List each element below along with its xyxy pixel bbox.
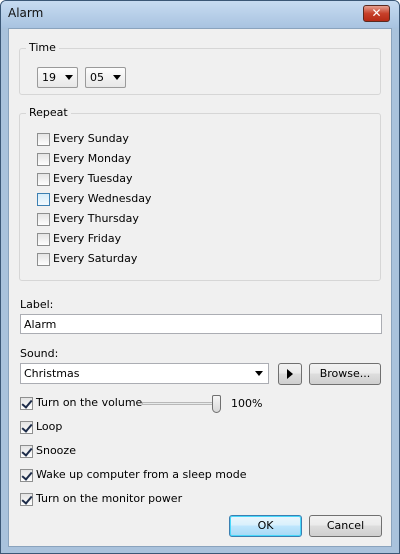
repeat-group-label: Repeat: [26, 106, 71, 119]
chevron-down-icon: [255, 371, 263, 376]
checkbox-label: Every Sunday: [53, 132, 129, 145]
checkbox-box: [37, 133, 50, 146]
hour-select[interactable]: 19: [37, 67, 78, 88]
play-icon: [287, 369, 293, 379]
volume-slider-thumb[interactable]: [212, 395, 221, 413]
checkbox-every-thursday[interactable]: Every Thursday: [37, 212, 157, 228]
checkbox-box: [37, 213, 50, 226]
checkbox-box: [37, 173, 50, 186]
sound-value: Christmas: [24, 367, 80, 380]
checkbox-box: [37, 253, 50, 266]
cancel-button-label: Cancel: [326, 519, 365, 532]
volume-level-text: 100%: [231, 397, 263, 410]
hour-value: 19: [42, 71, 56, 84]
checkbox-box: [20, 493, 33, 506]
checkbox-box: [37, 233, 50, 246]
close-button[interactable]: ✕: [363, 5, 390, 22]
checkbox-label: Every Monday: [53, 152, 132, 165]
close-icon: ✕: [371, 6, 382, 20]
label-field-label: Label:: [20, 298, 54, 311]
minute-value: 05: [90, 71, 104, 84]
checkbox-box: [37, 193, 50, 206]
checkbox-every-sunday[interactable]: Every Sunday: [37, 132, 157, 148]
checkbox-wake-up-computer[interactable]: Wake up computer from a sleep mode: [20, 468, 246, 484]
checkbox-box: [37, 153, 50, 166]
checkbox-label: Turn on the volume: [36, 396, 143, 409]
checkbox-every-wednesday[interactable]: Every Wednesday: [37, 192, 157, 208]
checkbox-label: Wake up computer from a sleep mode: [36, 468, 247, 481]
checkbox-every-saturday[interactable]: Every Saturday: [37, 252, 157, 268]
checkbox-label: Every Saturday: [53, 252, 138, 265]
label-input[interactable]: [21, 315, 381, 333]
checkbox-label: Every Wednesday: [53, 192, 152, 205]
chevron-down-icon: [65, 75, 73, 80]
sound-select[interactable]: Christmas: [20, 363, 269, 384]
dialog-body: Time 19 05 Repeat Every Sunday Every Mon: [8, 28, 392, 547]
label-field[interactable]: [20, 314, 382, 334]
checkbox-label: Snooze: [36, 444, 76, 457]
repeat-group: Repeat Every Sunday Every Monday Every T…: [19, 106, 381, 282]
checkbox-label: Every Thursday: [53, 212, 139, 225]
sound-label: Sound:: [20, 347, 59, 360]
browse-button-label: Browse...: [319, 367, 371, 380]
checkbox-label: Every Friday: [53, 232, 122, 245]
checkbox-label: Every Tuesday: [53, 172, 133, 185]
chevron-down-icon: [113, 75, 121, 80]
ok-button[interactable]: OK: [229, 515, 302, 537]
cancel-button[interactable]: Cancel: [309, 515, 382, 537]
checkbox-label: Loop: [36, 420, 63, 433]
play-sound-button[interactable]: [278, 363, 302, 385]
checkbox-turn-on-volume[interactable]: Turn on the volume: [20, 396, 143, 412]
checkbox-label: Turn on the monitor power: [36, 492, 183, 505]
minute-select[interactable]: 05: [85, 67, 126, 88]
checkbox-every-friday[interactable]: Every Friday: [37, 232, 157, 248]
alarm-dialog: Alarm ✕ Time 19 05 Repeat Every Sunday E…: [0, 0, 400, 554]
checkbox-box: [20, 421, 33, 434]
checkbox-monitor-power[interactable]: Turn on the monitor power: [20, 492, 190, 508]
time-group-label: Time: [26, 41, 59, 54]
title-bar: Alarm ✕: [1, 1, 399, 28]
browse-button[interactable]: Browse...: [309, 363, 381, 385]
checkbox-loop[interactable]: Loop: [20, 420, 80, 436]
checkbox-box: [20, 397, 33, 410]
window-title: Alarm: [8, 6, 44, 20]
checkbox-box: [20, 469, 33, 482]
repeat-days-list: Every Sunday Every Monday Every Tuesday …: [37, 132, 237, 282]
time-group: Time 19 05: [19, 41, 381, 95]
checkbox-snooze[interactable]: Snooze: [20, 444, 90, 460]
checkbox-box: [20, 445, 33, 458]
ok-button-label: OK: [257, 519, 274, 532]
checkbox-every-monday[interactable]: Every Monday: [37, 152, 157, 168]
checkbox-every-tuesday[interactable]: Every Tuesday: [37, 172, 157, 188]
volume-slider-track[interactable]: [142, 402, 220, 405]
